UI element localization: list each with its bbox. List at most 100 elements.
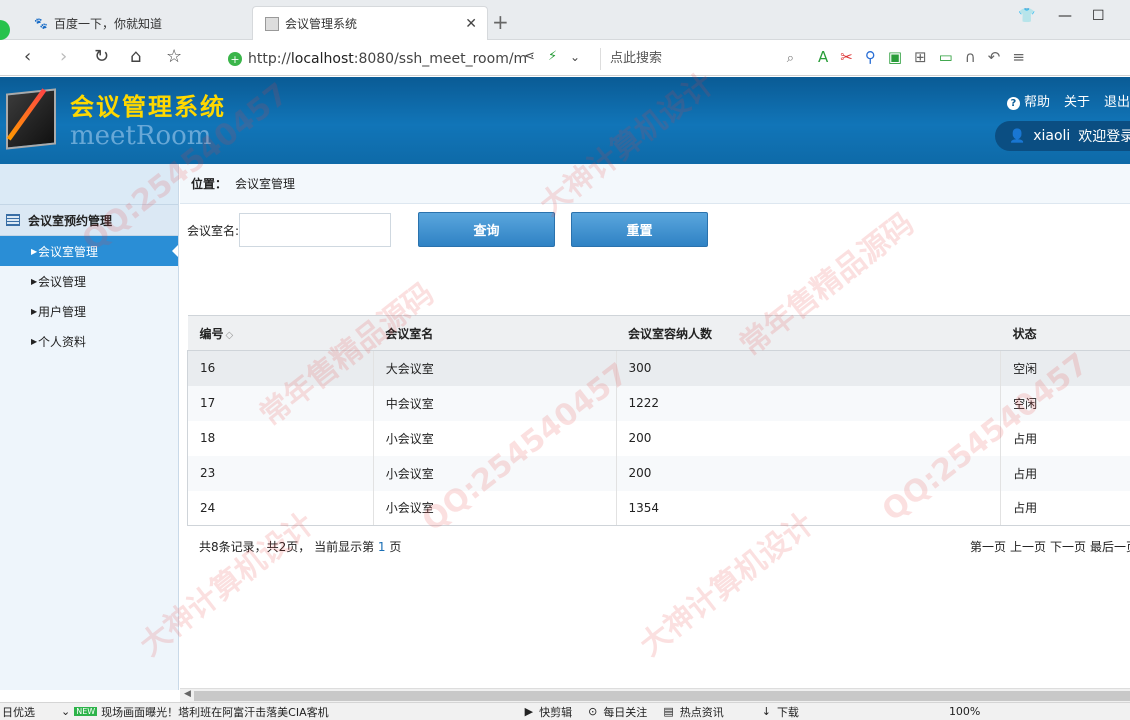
sidebar-group-meeting-booking[interactable]: 会议室预约管理	[0, 204, 178, 236]
sort-icon[interactable]: ◇	[226, 330, 234, 341]
pager-info-suffix: 页	[389, 540, 402, 554]
triangle-right-icon: ▶	[31, 336, 38, 346]
sidebar-item-label: 会议室管理	[38, 244, 99, 259]
share-icon[interactable]: ⋖	[524, 49, 535, 64]
cell-id: 16	[187, 350, 374, 386]
menu-icon[interactable]: ≡	[1012, 48, 1025, 66]
shirt-skin-icon[interactable]: 👕	[1018, 8, 1035, 24]
column-header-capacity: 会议室容纳人数	[616, 315, 1001, 351]
cell-capacity: 1354	[616, 490, 1002, 526]
sidebar-item-room-management[interactable]: ▶ 会议室管理	[0, 236, 178, 266]
toolbar-icons: A ✂ ⚲ ▣ ⊞ ▭ ∩ ↶ ≡	[818, 48, 1025, 66]
status-item-daily[interactable]: 每日关注	[603, 704, 647, 720]
cell-status: 占用	[1000, 490, 1130, 526]
magnifier-icon[interactable]: ⚲	[865, 48, 876, 66]
reset-button[interactable]: 重置	[571, 212, 708, 247]
forward-icon[interactable]: ›	[60, 46, 67, 67]
address-toolbar: ‹ › ↻ ⌂ ☆ + http:// localhost :8080/ssh_…	[0, 40, 1130, 76]
help-link[interactable]: ? 帮助	[1006, 91, 1050, 110]
news-icon: ▤	[663, 705, 674, 718]
pager-links: 第一页 上一页 下一页 最后一页	[970, 538, 1130, 555]
cell-room-name: 小会议室	[373, 455, 617, 491]
search-icon[interactable]: ⌕	[787, 48, 794, 70]
last-page-link[interactable]: 最后一页	[1090, 538, 1130, 555]
table-row[interactable]: 16 大会议室 300 空闲	[187, 350, 1130, 386]
tab-meeting-system[interactable]: 会议管理系统 ✕	[252, 6, 488, 40]
cell-capacity: 300	[616, 350, 1002, 386]
status-item-download[interactable]: 下载	[777, 704, 799, 720]
horizontal-scrollbar[interactable]: ◀	[180, 688, 1130, 702]
browser-tab-bar: 🐾 百度一下，你就知道 会议管理系统 ✕ + 👕 — ☐	[0, 0, 1130, 40]
url-host: localhost	[290, 51, 354, 67]
close-tab-icon[interactable]: ✕	[465, 16, 477, 32]
pager-info: 共8条记录，共2页， 当前显示第 1 页	[199, 538, 401, 555]
tab-baidu[interactable]: 🐾 百度一下，你就知道	[22, 6, 250, 40]
url-path: :8080/ssh_meet_room/m	[353, 51, 528, 67]
new-badge: NEW	[74, 707, 98, 716]
url-field[interactable]: + http:// localhost :8080/ssh_meet_room/…	[228, 48, 598, 70]
new-tab-icon[interactable]: +	[492, 10, 509, 34]
page-favicon-icon	[265, 16, 279, 31]
logout-link[interactable]: 退出	[1104, 91, 1130, 110]
chevron-down-icon[interactable]: ⌄	[570, 50, 580, 64]
table-header-row: 编号 ◇ 会议室名 会议室容纳人数 状态	[187, 315, 1130, 351]
room-table: 编号 ◇ 会议室名 会议室容纳人数 状态 16 大会议室 300 空闲 17 中会…	[187, 315, 1130, 526]
back-icon[interactable]: ‹	[24, 46, 31, 67]
help-label: 帮助	[1023, 95, 1050, 110]
cell-id: 18	[187, 420, 374, 456]
about-link[interactable]: 关于	[1064, 91, 1090, 110]
system-title: 会议管理系统	[70, 93, 226, 121]
prev-page-link[interactable]: 上一页	[1010, 538, 1046, 555]
cell-capacity: 1222	[616, 385, 1002, 421]
headphones-icon[interactable]: ∩	[965, 48, 976, 66]
sidebar-item-meeting-management[interactable]: ▶ 会议管理	[0, 266, 178, 296]
favorite-star-icon[interactable]: ☆	[166, 46, 182, 67]
cell-status: 空闲	[1000, 350, 1130, 386]
table-row[interactable]: 24 小会议室 1354 占用	[187, 490, 1130, 526]
scroll-left-icon[interactable]: ◀	[184, 689, 191, 699]
url-prefix: http://	[248, 51, 291, 67]
zoom-level[interactable]: 100%	[949, 705, 980, 718]
next-page-link[interactable]: 下一页	[1050, 538, 1086, 555]
download-icon: ↓	[761, 705, 771, 718]
breadcrumb: 位置： 会议室管理	[180, 164, 1130, 204]
undo-icon[interactable]: ↶	[988, 48, 1001, 66]
room-name-input[interactable]	[239, 213, 392, 247]
cell-id: 23	[187, 455, 374, 491]
column-header-id[interactable]: 编号 ◇	[187, 315, 374, 351]
status-left-label[interactable]: 日优选	[0, 704, 35, 720]
apps-grid-icon[interactable]: ⊞	[914, 48, 927, 66]
home-icon[interactable]: ⌂	[130, 46, 141, 67]
gamepad-icon[interactable]: ▣	[888, 48, 902, 66]
status-item-hot-news[interactable]: 热点资讯	[680, 704, 724, 720]
query-button[interactable]: 查询	[418, 212, 555, 247]
sidebar-item-user-management[interactable]: ▶ 用户管理	[0, 296, 178, 326]
sidebar-item-profile[interactable]: ▶ 个人资料	[0, 326, 178, 356]
scrollbar-thumb[interactable]	[194, 691, 1130, 701]
header-links: ? 帮助 关于 退出	[1006, 91, 1130, 110]
news-ticker[interactable]: 现场画面曝光！塔利班在阿富汗击落美CIA客机	[101, 704, 328, 720]
table-row[interactable]: 18 小会议室 200 占用	[187, 420, 1130, 456]
sidebar-group-label: 会议室预约管理	[28, 213, 113, 228]
play-circle-icon: ⊙	[588, 705, 598, 718]
triangle-right-icon: ▶	[31, 276, 38, 286]
cell-status: 空闲	[1000, 385, 1130, 421]
column-header-room-name: 会议室名	[373, 315, 617, 351]
scissors-icon[interactable]: ✂	[840, 48, 853, 66]
status-item-clip[interactable]: 快剪辑	[539, 704, 572, 720]
translate-icon[interactable]: A	[818, 48, 828, 66]
table-row[interactable]: 23 小会议室 200 占用	[187, 455, 1130, 491]
system-subtitle: meetRoom	[70, 121, 212, 151]
triangle-right-icon: ▶	[31, 246, 38, 256]
search-box[interactable]: 点此搜索 ⌕	[600, 48, 796, 70]
first-page-link[interactable]: 第一页	[970, 538, 1006, 555]
reload-icon[interactable]: ↻	[94, 46, 109, 67]
lightning-icon[interactable]: ⚡	[548, 49, 557, 64]
cell-id: 24	[187, 490, 374, 526]
cell-status: 占用	[1000, 420, 1130, 456]
battery-icon[interactable]: ▭	[939, 48, 953, 66]
minimize-icon[interactable]: —	[1058, 8, 1072, 24]
cell-room-name: 大会议室	[373, 350, 617, 386]
maximize-icon[interactable]: ☐	[1092, 8, 1105, 24]
table-row[interactable]: 17 中会议室 1222 空闲	[187, 385, 1130, 421]
